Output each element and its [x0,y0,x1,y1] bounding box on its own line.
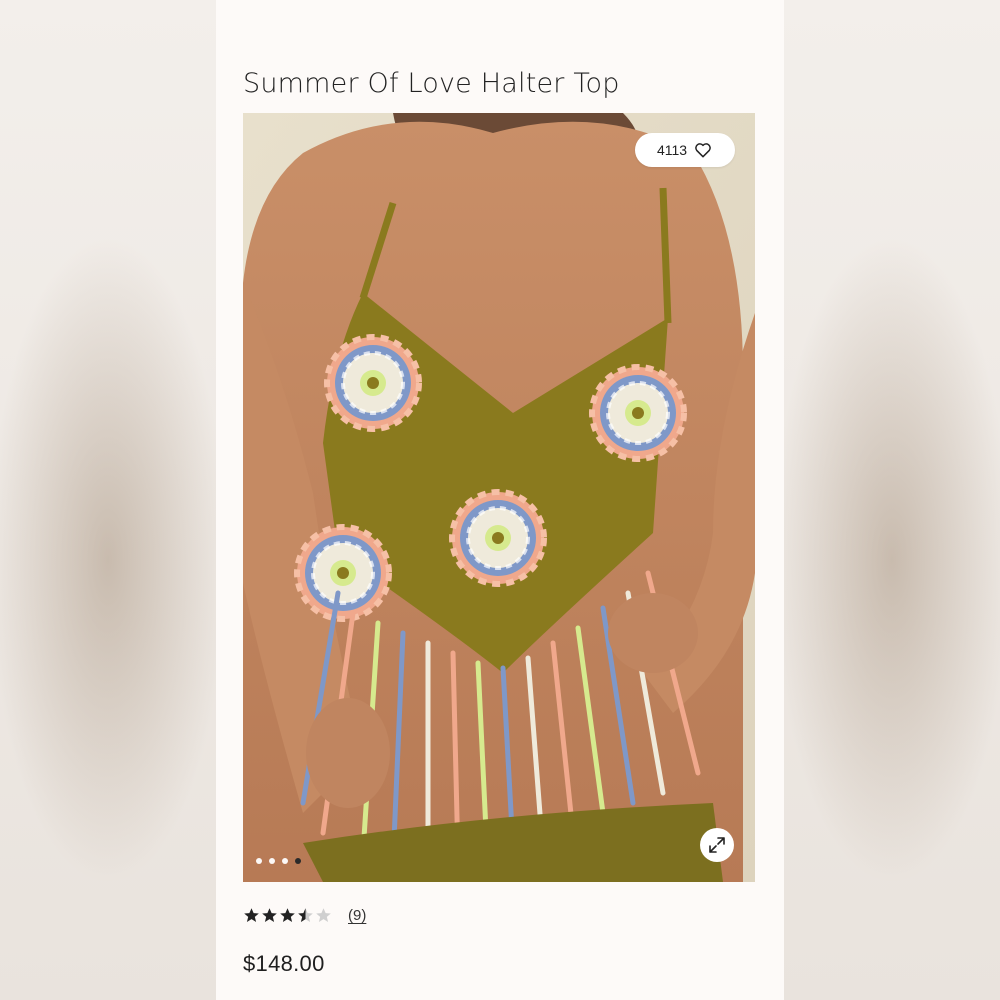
like-button[interactable]: 4113 [635,133,735,167]
heart-outline-icon [695,143,711,158]
carousel-dot-active[interactable] [295,858,301,864]
carousel-dots [256,858,301,864]
product-price: $148.00 [243,951,325,976]
expand-image-button[interactable] [700,828,734,862]
expand-arrows-icon [709,837,725,853]
carousel-dot[interactable] [256,858,262,864]
product-title: Summer Of Love Halter Top [243,68,620,99]
star-icon-full [262,908,277,922]
star-icon-full [280,908,295,922]
carousel-dot[interactable] [282,858,288,864]
product-card: Summer Of Love Halter Top 4113 (9) $148.… [216,0,784,1000]
product-image[interactable]: 4113 [243,113,755,882]
star-rating [243,907,332,924]
rating-row: (9) [243,907,366,924]
carousel-dot[interactable] [269,858,275,864]
star-icon-empty [316,908,331,922]
star-icon-half [298,908,313,922]
product-photo-illustration [243,113,755,882]
star-icon-full [244,908,259,922]
like-count: 4113 [656,142,688,158]
review-count-link[interactable]: (9) [348,907,366,924]
